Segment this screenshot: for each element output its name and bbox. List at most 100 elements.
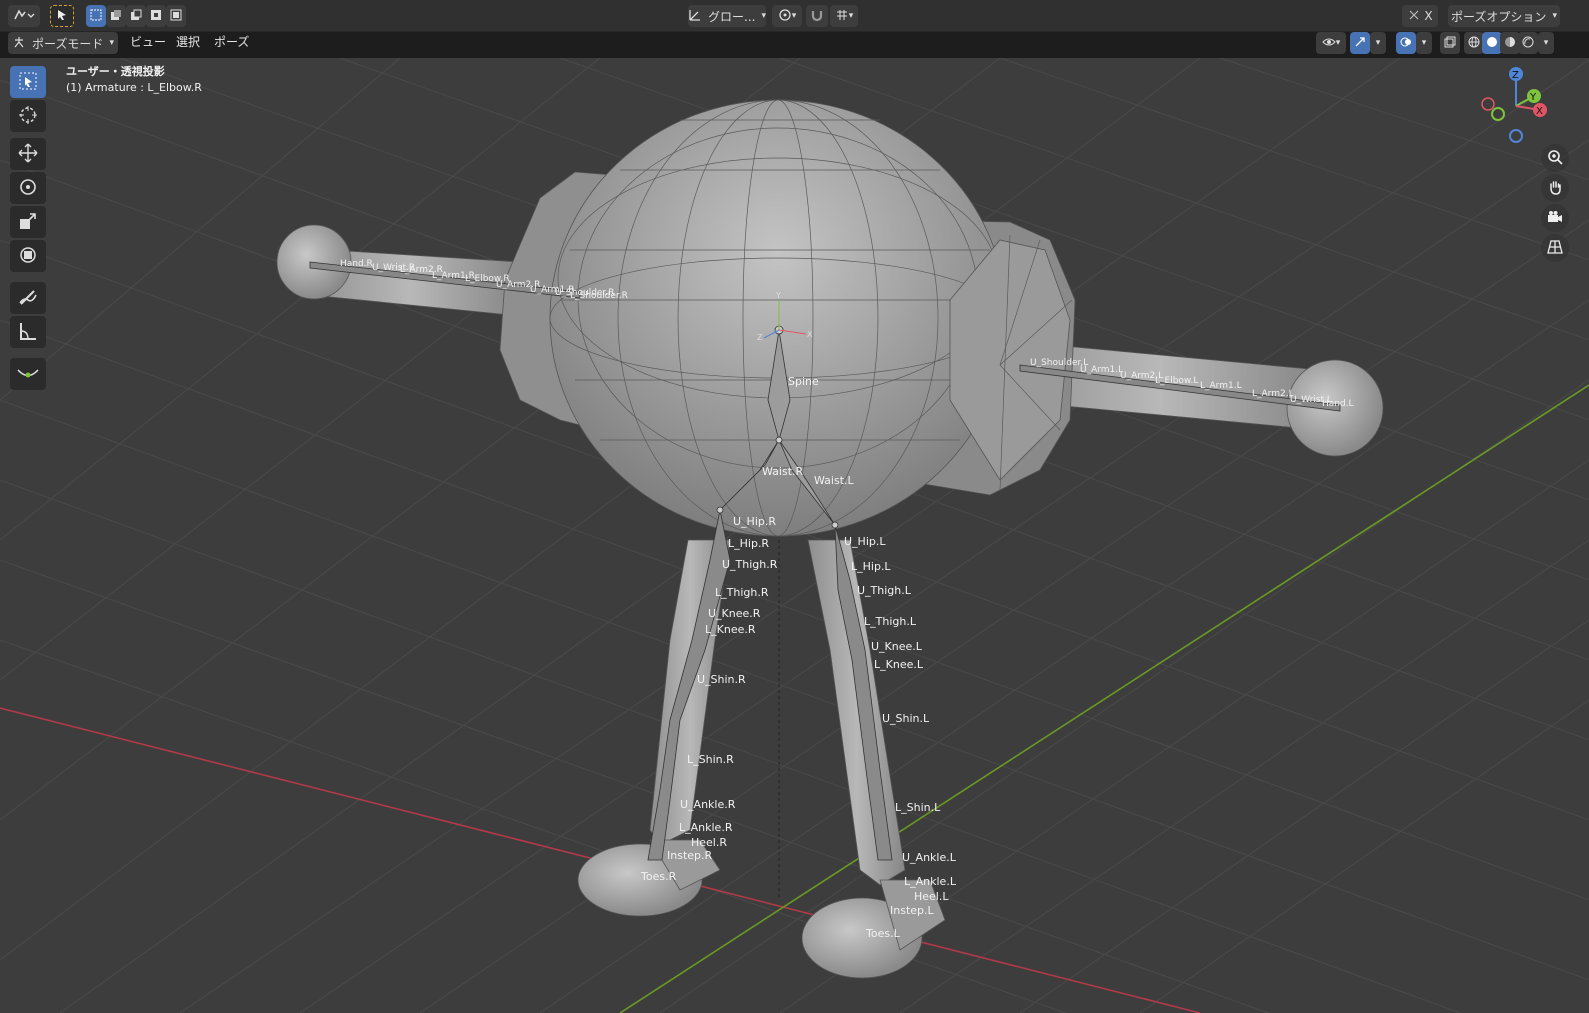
select-subtract-button[interactable] [126,5,146,27]
xray-toggle[interactable] [1440,32,1460,54]
bone-label: L_Arm2.L [1252,389,1294,399]
gizmo-z-label: Z [1512,70,1519,81]
bone-label: L_Elbow.L [1155,376,1198,386]
3d-viewport[interactable]: Y X Z Spine Waist.R Waist.L U_Hip.R L_Hi… [0,58,1589,1013]
object-info: (1) Armature : L_Elbow.R [66,81,202,94]
ruler-icon [18,321,38,344]
pose-options-dropdown[interactable]: ポーズオプション ▾ [1448,5,1560,27]
select-invert-button[interactable] [146,5,166,27]
move-icon [18,143,38,166]
gizmo-neg-y[interactable] [1491,107,1505,121]
select-box-icon [19,72,37,93]
shading-wireframe-button[interactable] [1464,32,1484,54]
move-tool[interactable] [10,138,46,170]
rotate-tool[interactable] [10,172,46,204]
bone-label: Waist.L [814,474,855,487]
bone-label: U_Hip.R [733,515,776,528]
bone-label: L_Hip.L [851,560,891,573]
chevron-down-icon: ▾ [848,11,854,21]
relax-pose-tool[interactable] [10,358,46,390]
bone-label: Heel.R [691,836,727,849]
select-intersect-button[interactable] [166,5,186,27]
mirror-x-toggle[interactable]: X [1402,5,1438,27]
bone-label: Instep.R [667,849,713,862]
chevron-down-icon: ▾ [1543,38,1549,48]
select-extend-button[interactable] [106,5,126,27]
chevron-down-icon: ▾ [1375,38,1381,48]
rendered-sphere-icon [1522,36,1534,51]
viewport-menubar: ポーズモード ▾ ビュー 選択 ポーズ ▾ ▾ ▾ ▾ [0,32,1589,58]
editor-type-button[interactable] [8,5,40,27]
gizmo-neg-x[interactable] [1481,97,1495,111]
bone-label: L_Shin.L [895,801,941,814]
pose-mode-icon [12,35,26,52]
annotate-tool[interactable] [10,282,46,314]
bone-label: U_Ankle.R [680,798,736,811]
measure-tool[interactable] [10,316,46,348]
pose-options-label: ポーズオプション [1451,9,1547,24]
menu-view[interactable]: ビュー [124,32,172,52]
orientation-icon [688,8,702,25]
bone-label: L_Knee.L [874,658,924,671]
gizmo-toggle[interactable] [1350,32,1370,54]
pivot-icon [778,8,792,25]
magnet-icon [810,8,824,25]
bone-label: Instep.L [890,904,935,917]
snap-target-dropdown[interactable]: ▾ [830,5,858,27]
gizmo-dropdown[interactable]: ▾ [1370,32,1386,54]
mode-dropdown[interactable]: ポーズモード ▾ [8,32,118,54]
bone-label: U_Thigh.L [857,584,912,597]
overlays-icon [1400,36,1412,51]
shading-rendered-button[interactable] [1518,32,1538,54]
3d-cursor-icon [18,105,38,128]
pan-button[interactable] [1541,174,1569,202]
wireframe-sphere-icon [1468,36,1480,51]
menu-pose[interactable]: ポーズ [208,32,255,52]
solid-sphere-icon [1486,36,1498,51]
bone-label: L_Hip.R [728,537,769,550]
select-new-button[interactable] [86,5,106,27]
bone-label: L_Ankle.R [679,821,733,834]
gizmo-x-label: X [1536,106,1543,117]
snap-toggle[interactable] [806,5,828,27]
pose-curve-icon [17,365,39,384]
select-box-tool[interactable] [10,66,46,98]
perspective-toggle-button[interactable] [1541,234,1569,262]
chevron-down-icon: ▾ [761,11,766,21]
scale-icon [18,211,38,234]
menu-select[interactable]: 選択 [170,32,206,52]
shading-material-button[interactable] [1500,32,1520,54]
pencil-icon [18,287,38,310]
chevron-down-icon: ▾ [109,38,114,48]
zoom-button[interactable] [1541,144,1569,172]
transform-tool[interactable] [10,240,46,272]
mirror-x-label: X [1424,9,1433,23]
overlays-toggle[interactable] [1396,32,1416,54]
gizmo-neg-z[interactable] [1509,129,1523,143]
navigation-gizmo[interactable]: Z Y X [1474,64,1558,148]
rotate-icon [18,177,38,200]
transform-icon [18,245,38,268]
cursor-tool[interactable] [10,100,46,132]
xray-icon [1444,36,1456,51]
select-extend-icon [110,9,122,24]
transform-orientation-dropdown[interactable]: グロー... ▾ [688,5,766,27]
mode-label: ポーズモード [32,36,104,51]
bone-label: U_Arm1.L [1080,365,1123,375]
select-invert-icon [150,9,162,24]
eye-icon [1322,36,1336,51]
gizmo-icon [1354,36,1366,51]
camera-view-button[interactable] [1541,204,1569,232]
select-mode-button[interactable] [50,5,74,27]
shading-solid-button[interactable] [1482,32,1502,54]
visibility-dropdown[interactable]: ▾ [1316,32,1346,54]
bone-label: Spine [788,375,819,388]
pivot-point-dropdown[interactable]: ▾ [772,5,802,27]
shading-dropdown[interactable]: ▾ [1538,32,1554,54]
svg-text:Z: Z [757,333,763,342]
bone-label: L_Thigh.R [715,586,769,599]
select-new-icon [90,9,102,24]
chevron-down-icon: ▾ [1421,38,1427,48]
scale-tool[interactable] [10,206,46,238]
overlays-dropdown[interactable]: ▾ [1416,32,1432,54]
